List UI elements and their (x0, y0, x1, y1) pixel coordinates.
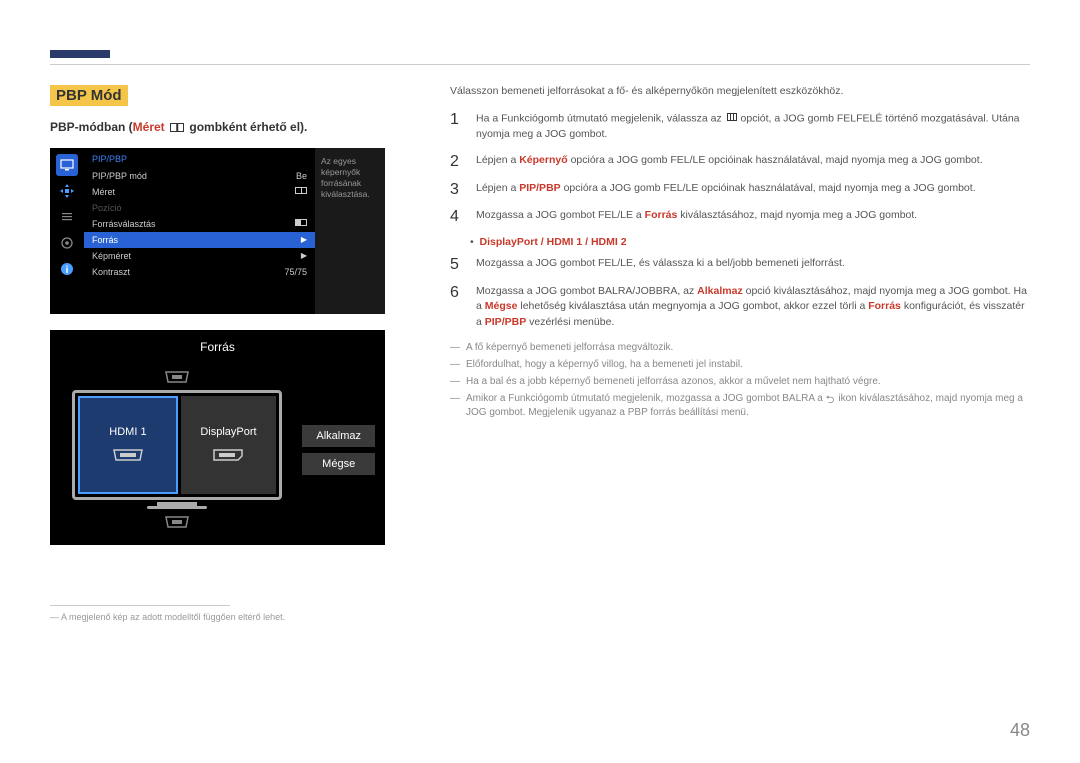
osd-icon-list (56, 206, 78, 228)
step-6: 6 Mozgassa a JOG gombot BALRA/JOBBRA, az… (450, 284, 1030, 331)
connector-bottom-icon (162, 513, 192, 531)
pbp-mini-icon (295, 187, 307, 194)
step-3: 3 Lépjen a PIP/PBP opcióra a JOG gomb FE… (450, 181, 1030, 199)
osd-menu-screenshot: i PIP/PBP PIP/PBP módBe Méret Pozíció Fo… (50, 148, 385, 314)
svg-text:i: i (66, 265, 69, 276)
osd-row: Kontraszt75/75 (84, 264, 315, 280)
osd-header: PIP/PBP (84, 154, 315, 168)
step-1: 1 Ha a Funkciógomb útmutató megjelenik, … (450, 111, 1030, 143)
section-title-badge: PBP Mód (50, 85, 128, 106)
osd-row: Képméret▶ (84, 248, 315, 264)
monitor-right-half: DisplayPort (181, 396, 277, 494)
hdmi-icon (110, 446, 146, 464)
note-item: ―Előfordulhat, hogy a képernyő villog, h… (450, 358, 1030, 372)
return-icon (826, 393, 836, 403)
step-number: 2 (450, 153, 466, 171)
osd-icon-settings (56, 232, 78, 254)
subtitle-suffix: gombként érhető el). (189, 120, 307, 134)
intro-text: Válasszon bemeneti jelforrásokat a fő- é… (450, 85, 1030, 97)
header-rule (50, 64, 1030, 65)
osd-icon-info: i (56, 258, 78, 280)
monitor-left-half: HDMI 1 (78, 396, 178, 494)
subtitle-red: Méret (133, 120, 165, 134)
subtitle-prefix: PBP-módban ( (50, 120, 133, 134)
osd-icon-picture (56, 154, 78, 176)
note-item: ―Ha a bal és a jobb képernyő bemeneti je… (450, 375, 1030, 389)
note-item: ―Amikor a Funkciógomb útmutató megjeleni… (450, 392, 1030, 420)
step-4: 4 Mozgassa a JOG gombot FEL/LE a Forrás … (450, 208, 1030, 226)
cancel-button[interactable]: Mégse (302, 453, 375, 475)
step-number: 6 (450, 284, 466, 331)
source-panel-title: Forrás (60, 340, 375, 354)
monitor-frame: HDMI 1 DisplayPort (72, 390, 282, 500)
pbp-split-icon (170, 123, 184, 132)
displayport-icon (210, 446, 246, 464)
osd-side-description: Az egyes képernyők forrásának kiválasztá… (315, 148, 385, 314)
step-number: 5 (450, 256, 466, 274)
step-5: 5 Mozgassa a JOG gombot FEL/LE, és válas… (450, 256, 1030, 274)
osd-icon-nav (56, 180, 78, 202)
section-subtitle: PBP-módban (Méret gombként érhető el). (50, 120, 410, 134)
connector-top-icon (162, 368, 192, 386)
apply-button[interactable]: Alkalmaz (302, 425, 375, 447)
step-number: 4 (450, 208, 466, 226)
bullet-sources: • DisplayPort / HDMI 1 / HDMI 2 (470, 236, 1030, 248)
header-accent-bar (50, 50, 110, 58)
osd-row: Forrásválasztás (84, 216, 315, 232)
osd-row: Pozíció (84, 200, 315, 216)
source-select-panel: Forrás HDMI 1 DisplayPort (50, 330, 385, 545)
step-number: 1 (450, 111, 466, 143)
left-source-label: HDMI 1 (109, 426, 146, 438)
footnote-text: ― A megjelenő kép az adott modelltől füg… (50, 612, 410, 622)
osd-row-selected: Forrás▶ (84, 232, 315, 248)
osd-row: Méret (84, 184, 315, 200)
page-number: 48 (1010, 720, 1030, 741)
step-number: 3 (450, 181, 466, 199)
right-source-label: DisplayPort (200, 426, 256, 438)
note-item: ―A fő képernyő bemeneti jelforrása megvá… (450, 341, 1030, 355)
step-2: 2 Lépjen a Képernyő opcióra a JOG gomb F… (450, 153, 1030, 171)
footnote-rule (50, 605, 230, 606)
osd-row: PIP/PBP módBe (84, 168, 315, 184)
monitor-base (147, 506, 207, 509)
menu-icon (727, 111, 736, 127)
pbp-half-icon (295, 219, 307, 226)
